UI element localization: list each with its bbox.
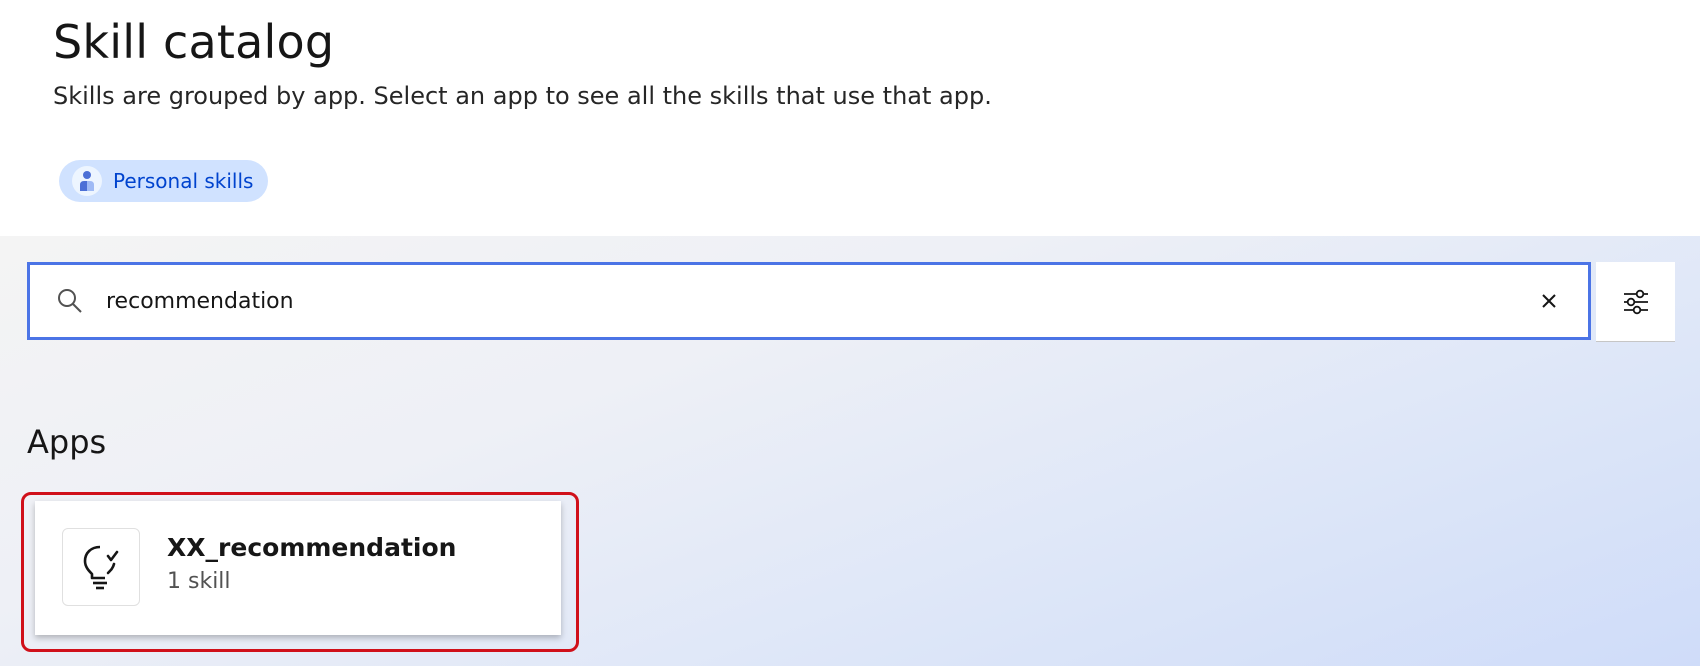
search-icon (56, 287, 84, 315)
person-icon (72, 166, 102, 196)
sliders-icon (1623, 289, 1648, 314)
page-title: Skill catalog (53, 15, 335, 69)
app-skill-count: 1 skill (167, 569, 231, 594)
lightbulb-check-icon (62, 528, 140, 606)
page-header: Skill catalog Skills are grouped by app.… (0, 0, 1700, 236)
tag-label: Personal skills (113, 169, 254, 193)
catalog-content: Apps XX_recommendation 1 skill (0, 236, 1700, 666)
search-input[interactable] (106, 265, 1506, 337)
personal-skills-tag[interactable]: Personal skills (59, 160, 269, 202)
page-description: Skills are grouped by app. Select an app… (53, 82, 992, 110)
search-box[interactable] (27, 262, 1591, 340)
clear-search-button[interactable] (1524, 276, 1574, 326)
apps-section-title: Apps (27, 423, 107, 461)
app-card[interactable]: XX_recommendation 1 skill (35, 501, 561, 635)
app-name: XX_recommendation (167, 533, 457, 562)
close-icon (1542, 294, 1556, 308)
filter-button[interactable] (1596, 262, 1675, 342)
